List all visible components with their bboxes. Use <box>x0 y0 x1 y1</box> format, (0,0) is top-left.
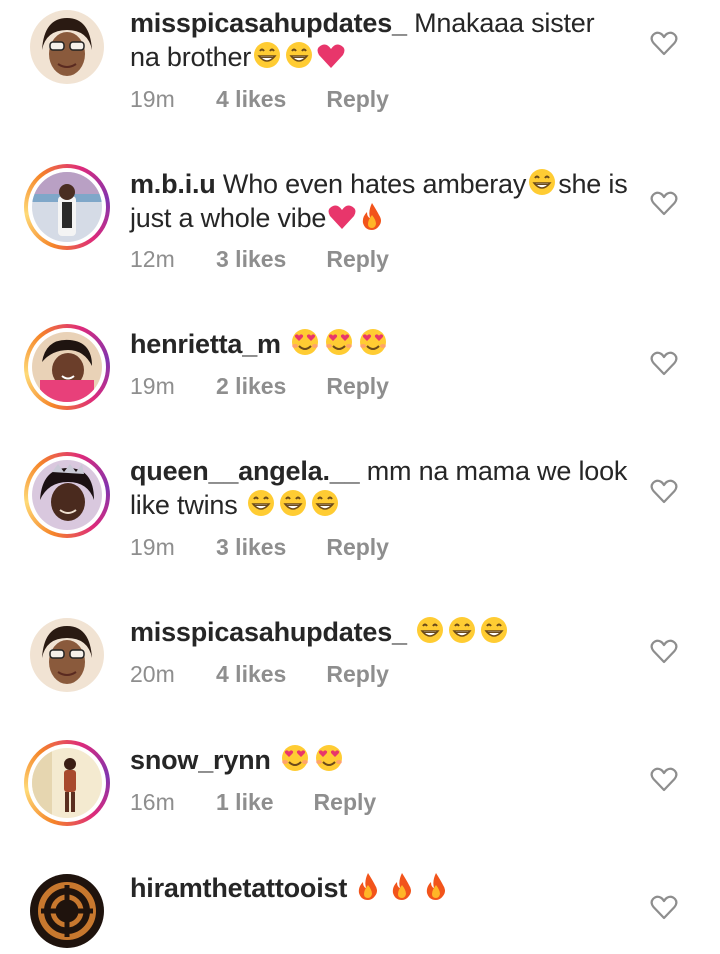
avatar[interactable] <box>24 612 110 698</box>
grin-emoji-icon <box>415 615 445 645</box>
reply-button[interactable]: Reply <box>326 246 389 273</box>
heart-emoji-icon <box>327 203 357 231</box>
comment-likes[interactable]: 2 likes <box>216 373 286 400</box>
reply-button[interactable]: Reply <box>326 534 389 561</box>
comment-likes[interactable]: 1 like <box>216 789 274 816</box>
comment-text <box>281 329 288 359</box>
comment-meta: 19m 3 likes Reply <box>130 534 389 561</box>
comment-username[interactable]: hiramthetattooist <box>130 873 347 903</box>
avatar[interactable] <box>24 164 110 250</box>
like-heart-icon[interactable] <box>650 478 678 504</box>
comment-username[interactable]: snow_rynn <box>130 745 271 775</box>
reply-button[interactable]: Reply <box>314 789 377 816</box>
grin-emoji-icon <box>310 488 340 518</box>
comment-meta: 19m 2 likes Reply <box>130 373 389 400</box>
reply-button[interactable]: Reply <box>326 86 389 113</box>
comment-meta: 16m 1 like Reply <box>130 789 376 816</box>
comment-meta: 12m 3 likes Reply <box>130 246 389 273</box>
reply-button[interactable]: Reply <box>326 373 389 400</box>
fire-emoji-icon <box>389 871 415 901</box>
avatar[interactable] <box>24 452 110 538</box>
reply-button[interactable]: Reply <box>326 661 389 688</box>
heart-eyes-emoji-icon <box>289 327 321 357</box>
avatar[interactable] <box>24 868 110 954</box>
grin-emoji-icon <box>447 615 477 645</box>
avatar[interactable] <box>24 4 110 90</box>
like-heart-icon[interactable] <box>650 638 678 664</box>
avatar[interactable] <box>24 324 110 410</box>
comment-time: 19m <box>130 86 175 112</box>
grin-emoji-icon <box>284 40 314 70</box>
comment-meta: 20m 4 likes Reply <box>130 661 389 688</box>
comment-time: 20m <box>130 661 175 687</box>
comment-likes[interactable]: 3 likes <box>216 534 286 561</box>
fire-emoji-icon <box>355 871 381 901</box>
avatar[interactable] <box>24 740 110 826</box>
comment-likes[interactable]: 4 likes <box>216 86 286 113</box>
comment-likes[interactable]: 4 likes <box>216 661 286 688</box>
like-heart-icon[interactable] <box>650 30 678 56</box>
fire-emoji-icon <box>359 201 385 231</box>
comment-text <box>407 617 414 647</box>
like-heart-icon[interactable] <box>650 766 678 792</box>
fire-emoji-icon <box>423 871 449 901</box>
comment-username[interactable]: misspicasahupdates_ <box>130 8 407 38</box>
comment-likes[interactable]: 3 likes <box>216 246 286 273</box>
comment-time: 16m <box>130 789 175 815</box>
grin-emoji-icon <box>246 488 276 518</box>
comment-text <box>271 745 278 775</box>
grin-emoji-icon <box>479 615 509 645</box>
comment-text <box>347 873 354 903</box>
comment-text: Who even hates amberay <box>215 169 527 199</box>
heart-eyes-emoji-icon <box>279 743 311 773</box>
grin-emoji-icon <box>252 40 282 70</box>
comment-meta: 19m 4 likes Reply <box>130 86 389 113</box>
heart-eyes-emoji-icon <box>313 743 345 773</box>
comment-username[interactable]: queen__angela.__ <box>130 456 360 486</box>
comment-time: 12m <box>130 246 175 272</box>
comment-username[interactable]: henrietta_m <box>130 329 281 359</box>
heart-emoji-icon <box>316 42 346 70</box>
grin-emoji-icon <box>527 167 557 197</box>
like-heart-icon[interactable] <box>650 894 678 920</box>
heart-eyes-emoji-icon <box>323 327 355 357</box>
comment-username[interactable]: misspicasahupdates_ <box>130 617 407 647</box>
heart-eyes-emoji-icon <box>357 327 389 357</box>
comment-username[interactable]: m.b.i.u <box>130 169 216 199</box>
comment-time: 19m <box>130 373 175 399</box>
grin-emoji-icon <box>278 488 308 518</box>
comment-time: 19m <box>130 534 175 560</box>
like-heart-icon[interactable] <box>650 190 678 216</box>
like-heart-icon[interactable] <box>650 350 678 376</box>
